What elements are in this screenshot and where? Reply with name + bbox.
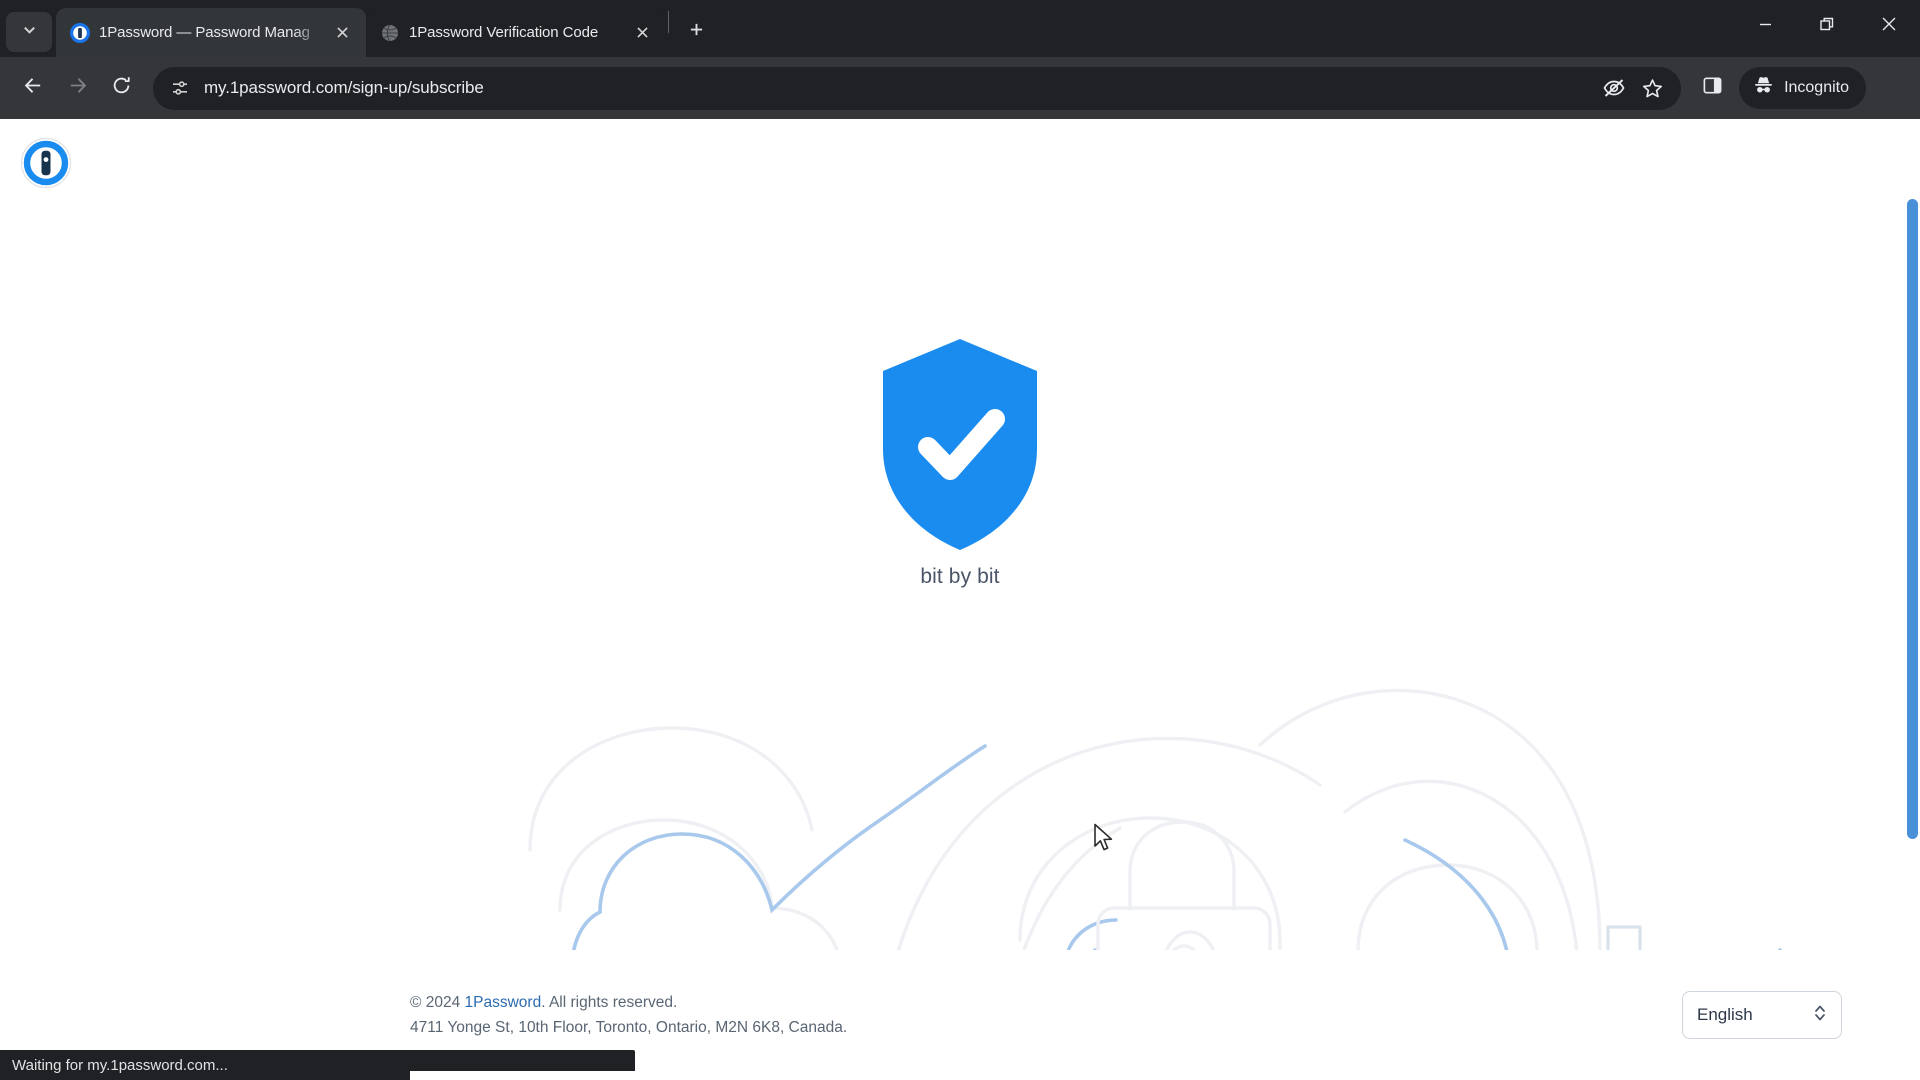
- globe-favicon: [380, 23, 400, 43]
- incognito-hat-icon: [1752, 74, 1775, 102]
- close-window-button[interactable]: [1858, 0, 1920, 48]
- tab-separator: [668, 10, 669, 33]
- forward-arrow-icon: [67, 75, 88, 101]
- language-select[interactable]: English: [1682, 991, 1842, 1039]
- hero-caption: bit by bit: [920, 565, 1000, 588]
- language-value: English: [1697, 1005, 1753, 1024]
- onepassword-favicon: [70, 22, 90, 43]
- side-panel-icon: [1702, 75, 1723, 101]
- copyright-prefix: © 2024: [410, 993, 465, 1011]
- incognito-label: Incognito: [1784, 79, 1849, 96]
- page-scrollbar[interactable]: [1903, 119, 1920, 1080]
- hero-section: bit by bit: [0, 337, 1920, 589]
- status-text: Waiting for my.1password.com...: [12, 1056, 228, 1074]
- plus-icon: [689, 22, 704, 42]
- mouse-cursor: [1094, 823, 1113, 851]
- onepassword-link[interactable]: 1Password: [465, 994, 542, 1011]
- minimize-button[interactable]: [1734, 0, 1796, 48]
- shield-check-icon: [879, 337, 1041, 553]
- restore-button[interactable]: [1796, 0, 1858, 48]
- page-viewport: bit by bit © 2024 1Password. All rights …: [0, 119, 1920, 1080]
- close-icon[interactable]: [330, 21, 354, 45]
- back-arrow-icon: [23, 75, 44, 101]
- omnibox-actions: [1601, 75, 1667, 101]
- tab-strip: 1Password — Password Manag 1Password Ver…: [0, 0, 1920, 57]
- back-button[interactable]: [12, 67, 54, 109]
- eye-off-icon[interactable]: [1601, 75, 1627, 101]
- browser-window: 1Password — Password Manag 1Password Ver…: [0, 0, 1920, 1080]
- side-panel-button[interactable]: [1691, 67, 1733, 109]
- window-controls: [1734, 0, 1920, 49]
- copyright-suffix: . All rights reserved.: [541, 993, 678, 1011]
- star-icon[interactable]: [1639, 75, 1665, 101]
- tab-1password-signup[interactable]: 1Password — Password Manag: [56, 8, 366, 57]
- browser-toolbar: my.1password.com/sign-up/subscribe Incog…: [0, 57, 1920, 119]
- address-line: 4711 Yonge St, 10th Floor, Toronto, Onta…: [410, 1019, 848, 1036]
- restore-icon: [1819, 17, 1833, 30]
- new-tab-button[interactable]: [679, 15, 713, 49]
- chevron-down-icon: [22, 22, 37, 42]
- reload-button[interactable]: [100, 67, 142, 109]
- onepassword-signup-page: bit by bit © 2024 1Password. All rights …: [0, 119, 1920, 1080]
- chevron-up-down-icon: [1813, 1003, 1827, 1028]
- url-text: my.1password.com/sign-up/subscribe: [204, 78, 484, 97]
- tab-search-button[interactable]: [6, 12, 52, 52]
- close-icon[interactable]: [630, 21, 654, 45]
- tab-1password-verification[interactable]: 1Password Verification Code: [366, 8, 666, 57]
- address-bar[interactable]: my.1password.com/sign-up/subscribe: [153, 66, 1682, 110]
- copyright-line: © 2024 1Password. All rights reserved.: [410, 990, 847, 1015]
- close-icon: [1882, 17, 1896, 31]
- footer-legal: © 2024 1Password. All rights reserved. 4…: [410, 990, 847, 1041]
- tab-title: 1Password — Password Manag: [99, 24, 310, 41]
- page-load-indicator: [410, 1071, 635, 1080]
- onepassword-logo[interactable]: [20, 137, 72, 189]
- page-settings-icon[interactable]: [169, 77, 191, 99]
- scrollbar-thumb[interactable]: [1907, 199, 1918, 839]
- reload-icon: [111, 75, 132, 101]
- incognito-indicator[interactable]: Incognito: [1739, 67, 1866, 109]
- forward-button[interactable]: [56, 67, 98, 109]
- browser-menu-button[interactable]: [1870, 67, 1910, 109]
- minimize-icon: [1759, 23, 1771, 25]
- tab-title: 1Password Verification Code: [409, 24, 599, 41]
